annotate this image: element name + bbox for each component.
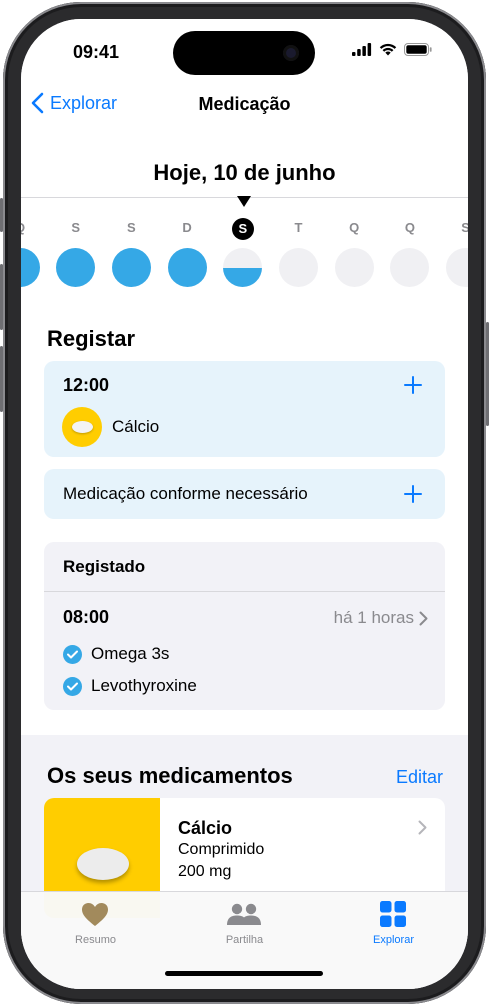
volume-up-button <box>0 264 3 330</box>
logged-divider <box>44 591 445 592</box>
logged-ago-link[interactable]: há 1 horas <box>334 608 428 628</box>
week-day-letter[interactable]: S <box>454 220 468 235</box>
action-button <box>0 198 3 232</box>
logged-card: Registado 08:00 há 1 horas Omega 3s Levo… <box>44 542 445 710</box>
tab-label: Resumo <box>75 934 116 946</box>
week-day-letter[interactable]: Q <box>21 220 32 235</box>
tab-partilha[interactable]: Partilha <box>170 892 319 962</box>
check-icon <box>63 677 82 696</box>
week-day-letter[interactable]: S <box>64 220 88 235</box>
page-title: Medicação <box>198 94 291 114</box>
scheduled-medication: Cálcio <box>112 417 160 436</box>
tab-label: Partilha <box>225 934 264 946</box>
chevron-right-icon <box>419 611 428 625</box>
week-day-today[interactable]: S <box>231 218 254 240</box>
logged-title: Registado <box>63 557 146 576</box>
register-title: Registar <box>47 326 136 351</box>
tab-label: Explorar <box>373 934 414 946</box>
status-icons <box>352 43 432 61</box>
heart-icon <box>82 903 108 926</box>
week-day-letter[interactable]: Q <box>398 220 422 235</box>
scheduled-time: 12:00 <box>63 375 110 395</box>
grid-icon <box>380 901 406 927</box>
status-time: 09:41 <box>73 42 120 62</box>
camera-icon <box>283 45 299 61</box>
signal-icon <box>352 43 372 61</box>
week-day-letter[interactable]: S <box>119 220 143 235</box>
day-progress-ring[interactable] <box>334 248 374 287</box>
add-as-needed-button[interactable] <box>404 485 422 503</box>
week-day-letter[interactable]: D <box>175 220 199 235</box>
screen: 09:41 Explorar Medicação Hoje, 10 de jun… <box>21 19 468 989</box>
dynamic-island <box>173 31 315 75</box>
edit-button[interactable]: Editar <box>396 767 443 788</box>
logged-ago: há 1 horas <box>333 608 414 627</box>
wifi-icon <box>379 43 397 61</box>
battery-icon <box>404 43 432 61</box>
day-progress-ring[interactable] <box>223 248 263 287</box>
today-marker-icon <box>237 196 251 207</box>
logged-item: Omega 3s <box>91 644 170 663</box>
as-needed-card[interactable]: Medicação conforme necessário <box>44 469 445 519</box>
med-form: Comprimido <box>178 841 265 858</box>
day-progress-fill <box>223 267 263 287</box>
as-needed-label: Medicação conforme necessário <box>63 484 308 503</box>
logged-time: 08:00 <box>63 607 110 627</box>
check-icon <box>63 645 82 664</box>
volume-down-button <box>0 346 3 412</box>
day-progress-ring[interactable] <box>279 248 318 287</box>
med-name: Cálcio <box>178 818 233 838</box>
people-icon <box>227 903 261 925</box>
med-dose: 200 mg <box>178 863 232 880</box>
home-indicator[interactable] <box>165 971 323 976</box>
week-day-letter[interactable]: Q <box>342 220 366 235</box>
pill-icon <box>62 407 102 447</box>
tab-explorar[interactable]: Explorar <box>319 892 468 962</box>
day-progress-ring[interactable] <box>167 248 207 287</box>
day-progress-ring[interactable] <box>56 248 96 287</box>
pill-icon <box>77 848 129 880</box>
logged-item: Levothyroxine <box>91 676 197 695</box>
your-meds-title: Os seus medicamentos <box>47 763 293 788</box>
date-heading: Hoje, 10 de junho <box>153 160 336 185</box>
scheduled-dose-card[interactable]: 12:00 Cálcio <box>44 361 445 457</box>
week-day-letter[interactable]: T <box>287 220 311 235</box>
tab-resumo[interactable]: Resumo <box>21 892 170 962</box>
add-dose-button[interactable] <box>404 376 422 394</box>
chevron-right-icon <box>418 820 427 835</box>
day-progress-ring[interactable] <box>111 248 151 287</box>
